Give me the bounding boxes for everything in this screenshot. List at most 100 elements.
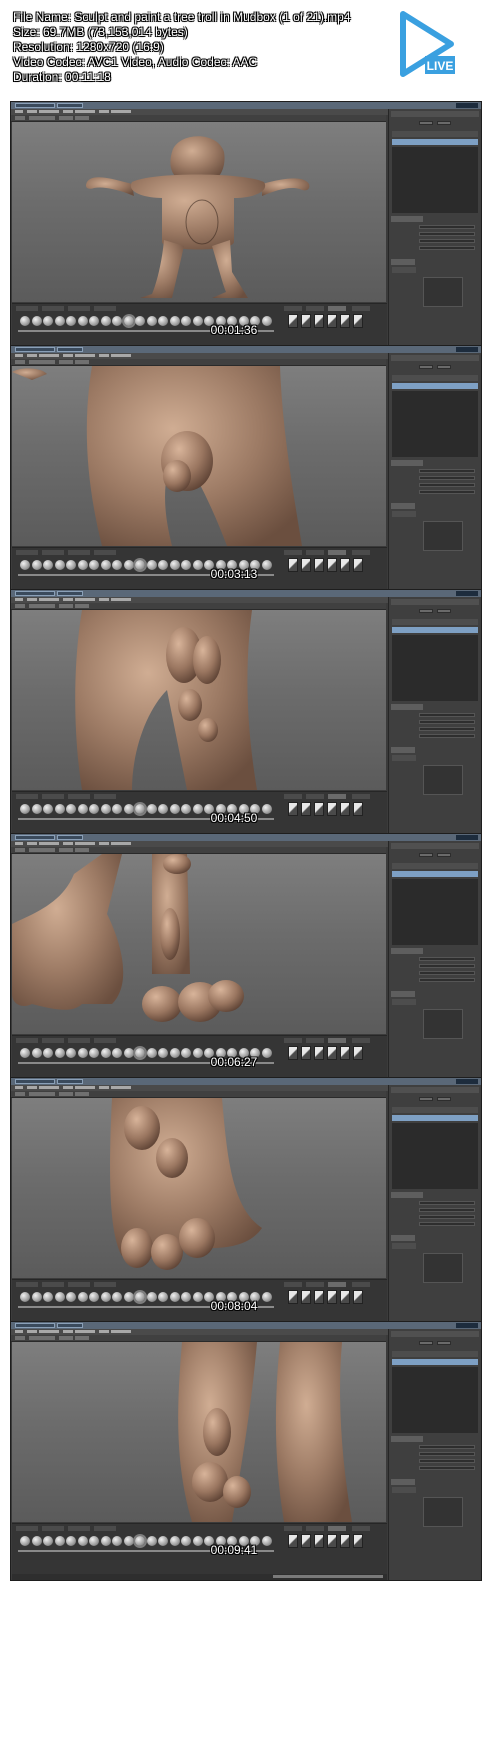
viewport-tab[interactable] xyxy=(75,116,89,120)
sculpt-tool-icon[interactable] xyxy=(31,316,42,326)
viewport-tab[interactable] xyxy=(15,360,25,364)
sculpt-tool-icon[interactable] xyxy=(192,1292,203,1302)
stamp-icon[interactable] xyxy=(288,1290,298,1304)
menu-item[interactable] xyxy=(63,1086,73,1089)
viewport-tab[interactable] xyxy=(75,848,89,852)
property-slider[interactable] xyxy=(419,469,475,473)
sculpt-tool-icon[interactable] xyxy=(192,316,203,326)
sculpt-tool-icon[interactable] xyxy=(192,804,203,814)
stamp-icon[interactable] xyxy=(327,1534,337,1548)
falloff-curve[interactable] xyxy=(423,277,463,307)
sculpt-tool-icon[interactable] xyxy=(112,804,122,814)
sculpt-tool-icon[interactable] xyxy=(77,804,88,814)
stamp-icon[interactable] xyxy=(340,558,350,572)
layer-row-selected[interactable] xyxy=(392,627,478,633)
sculpt-tool-icon[interactable] xyxy=(181,560,191,570)
sculpt-tool-icon[interactable] xyxy=(169,804,180,814)
sculpt-tool-icon[interactable] xyxy=(66,316,76,326)
menu-item[interactable] xyxy=(27,354,37,357)
sculpt-tool-icon[interactable] xyxy=(158,560,168,570)
menu-item[interactable] xyxy=(15,110,23,113)
3d-viewport[interactable] xyxy=(12,366,386,546)
falloff-curve[interactable] xyxy=(423,1009,463,1039)
sculpt-tool-icon[interactable] xyxy=(158,316,168,326)
property-slider[interactable] xyxy=(419,727,475,731)
property-slider[interactable] xyxy=(419,1445,475,1449)
layer-row-selected[interactable] xyxy=(392,871,478,877)
stamp-icon[interactable] xyxy=(340,1534,350,1548)
sculpt-tool-icon[interactable] xyxy=(54,560,65,570)
sculpt-tool-icon[interactable] xyxy=(135,316,145,326)
menu-item[interactable] xyxy=(123,1086,131,1089)
sculpt-tool-icon[interactable] xyxy=(158,1048,168,1058)
sculpt-tool-icon[interactable] xyxy=(31,804,42,814)
menu-item[interactable] xyxy=(75,842,87,845)
menu-item[interactable] xyxy=(39,1086,51,1089)
sculpt-tool-icon[interactable] xyxy=(31,560,42,570)
stamp-icon[interactable] xyxy=(288,802,298,816)
menu-item[interactable] xyxy=(99,110,109,113)
sculpt-tool-icon[interactable] xyxy=(123,1048,134,1058)
stamp-icon[interactable] xyxy=(340,1290,350,1304)
tray-tab[interactable] xyxy=(16,794,38,799)
tray-tab[interactable] xyxy=(352,1526,370,1531)
viewport-tab[interactable] xyxy=(15,1336,25,1340)
menu-item[interactable] xyxy=(87,110,95,113)
tray-tab[interactable] xyxy=(42,550,64,555)
sculpt-tool-icon[interactable] xyxy=(20,804,30,814)
stamp-icon[interactable] xyxy=(340,1046,350,1060)
layer-row-selected[interactable] xyxy=(392,383,478,389)
sculpt-tool-icon[interactable] xyxy=(66,1048,76,1058)
sculpt-tool-icon[interactable] xyxy=(181,316,191,326)
menu-item[interactable] xyxy=(15,1330,23,1333)
panel-button[interactable] xyxy=(419,1097,433,1101)
tray-tab[interactable] xyxy=(328,1038,346,1043)
stamp-icon[interactable] xyxy=(314,802,324,816)
menu-item[interactable] xyxy=(39,842,51,845)
menu-item[interactable] xyxy=(27,1086,37,1089)
tray-tab[interactable] xyxy=(328,550,346,555)
stamp-icon[interactable] xyxy=(327,558,337,572)
sculpt-tool-icon[interactable] xyxy=(158,1536,168,1546)
viewport-tab[interactable] xyxy=(15,116,25,120)
sculpt-tool-icon[interactable] xyxy=(77,1536,88,1546)
tray-tab[interactable] xyxy=(16,306,38,311)
tray-tab[interactable] xyxy=(284,794,302,799)
menu-item[interactable] xyxy=(111,1330,123,1333)
viewport-tab[interactable] xyxy=(41,848,55,852)
sculpt-tool-icon[interactable] xyxy=(169,1536,180,1546)
property-slider[interactable] xyxy=(419,232,475,236)
viewport-tab[interactable] xyxy=(59,848,73,852)
tray-tab[interactable] xyxy=(42,1038,64,1043)
menu-item[interactable] xyxy=(111,1086,123,1089)
sculpt-tool-icon[interactable] xyxy=(31,1536,42,1546)
sculpt-tool-icon[interactable] xyxy=(20,1292,30,1302)
viewport-tab[interactable] xyxy=(15,604,25,608)
sculpt-tool-icon[interactable] xyxy=(135,1292,145,1302)
property-slider[interactable] xyxy=(419,1208,475,1212)
property-slider[interactable] xyxy=(419,1466,475,1470)
menu-item[interactable] xyxy=(51,1330,59,1333)
property-row[interactable] xyxy=(392,1487,416,1493)
menu-item[interactable] xyxy=(63,110,73,113)
tray-tab[interactable] xyxy=(352,1282,370,1287)
property-slider[interactable] xyxy=(419,713,475,717)
stamp-icon[interactable] xyxy=(314,558,324,572)
sculpt-tool-icon[interactable] xyxy=(54,804,65,814)
viewport-tab[interactable] xyxy=(75,360,89,364)
stamp-icon[interactable] xyxy=(353,1534,363,1548)
sculpt-tool-icon[interactable] xyxy=(146,1292,157,1302)
panel-tabs[interactable] xyxy=(391,599,479,605)
window-controls[interactable] xyxy=(456,103,478,108)
sculpt-tool-icon[interactable] xyxy=(112,560,122,570)
tray-tab[interactable] xyxy=(94,1038,116,1043)
tray-tab[interactable] xyxy=(284,550,302,555)
sculpt-tool-icon[interactable] xyxy=(77,560,88,570)
menu-item[interactable] xyxy=(27,598,37,601)
panel-tabs[interactable] xyxy=(391,843,479,849)
sculpt-tool-icon[interactable] xyxy=(192,560,203,570)
tray-tab[interactable] xyxy=(306,1526,324,1531)
sculpt-tool-icon[interactable] xyxy=(146,804,157,814)
menu-item[interactable] xyxy=(63,1330,73,1333)
stamp-icon[interactable] xyxy=(314,1534,324,1548)
